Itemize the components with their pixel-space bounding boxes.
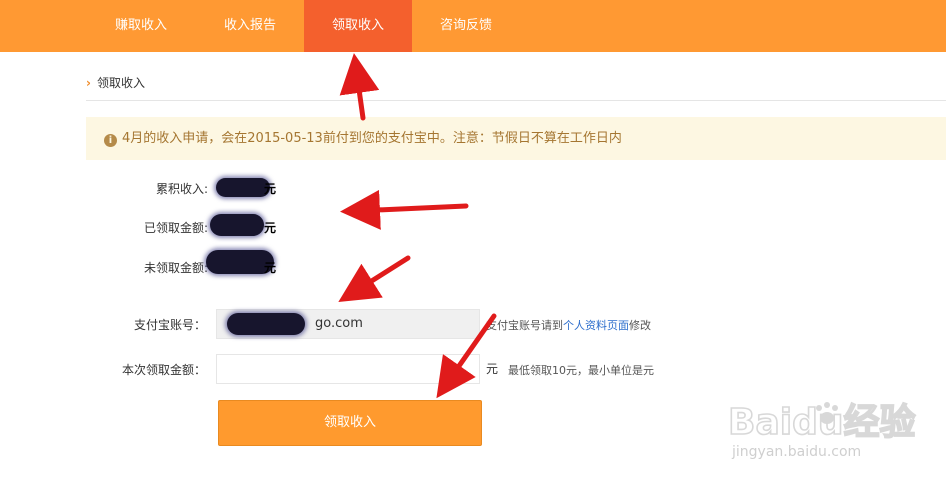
alipay-hint-prefix: 支付宝账号请到 [486, 319, 563, 332]
received-amount-label: 已领取金额: [143, 221, 208, 235]
divider [86, 100, 946, 101]
tab-feedback[interactable]: 咨询反馈 [412, 0, 520, 52]
info-icon: i [104, 134, 117, 147]
top-nav: 赚取收入 收入报告 领取收入 咨询反馈 [0, 0, 946, 52]
tab-earn-income[interactable]: 赚取收入 [86, 0, 196, 52]
profile-page-link[interactable]: 个人资料页面 [563, 319, 629, 332]
baidu-paw-logo-icon: Baidu经验 jingyan.baidu.com [727, 401, 916, 460]
redacted-total-value [216, 178, 270, 197]
redacted-received-value [210, 214, 264, 236]
redacted-alipay-account [227, 313, 305, 335]
claim-income-button[interactable]: 领取收入 [218, 400, 482, 446]
tab-claim-income[interactable]: 领取收入 [304, 0, 412, 52]
tab-income-report[interactable]: 收入报告 [196, 0, 304, 52]
breadcrumb: › 领取收入 [86, 72, 145, 94]
chevron-right-icon: › [86, 76, 91, 90]
claim-amount-input[interactable] [216, 354, 480, 384]
alipay-account-value: go.com [315, 316, 363, 331]
watermark-url: jingyan.baidu.com [731, 444, 861, 460]
total-income-unit: 元 [264, 182, 277, 196]
alipay-hint: 支付宝账号请到个人资料页面修改 [486, 317, 651, 333]
alipay-hint-suffix: 修改 [629, 319, 651, 332]
claim-amount-unit: 元 [486, 362, 499, 376]
arrow-to-summary [340, 189, 469, 230]
claim-amount-hint: 最低领取10元，最小单位是元 [508, 364, 654, 377]
notice-text: 4月的收入申请，会在2015-05-13前付到您的支付宝中。注意：节假日不算在工… [122, 131, 622, 146]
total-income-label: 累积收入: [155, 182, 208, 196]
arrow-to-pending [338, 255, 411, 303]
claim-amount-label: 本次领取金额： [121, 363, 206, 377]
alipay-account-label: 支付宝账号： [133, 318, 206, 332]
pending-amount-label: 未领取金额: [143, 261, 208, 275]
arrow-to-claim-tab [339, 53, 380, 121]
baidu-watermark: Baidu经验 jingyan.baidu.com [727, 398, 928, 464]
pending-amount-unit: 元 [264, 261, 277, 275]
breadcrumb-label: 领取收入 [96, 76, 145, 90]
notice-banner: i 4月的收入申请，会在2015-05-13前付到您的支付宝中。注意：节假日不算在… [86, 117, 946, 160]
received-amount-unit: 元 [264, 221, 277, 235]
